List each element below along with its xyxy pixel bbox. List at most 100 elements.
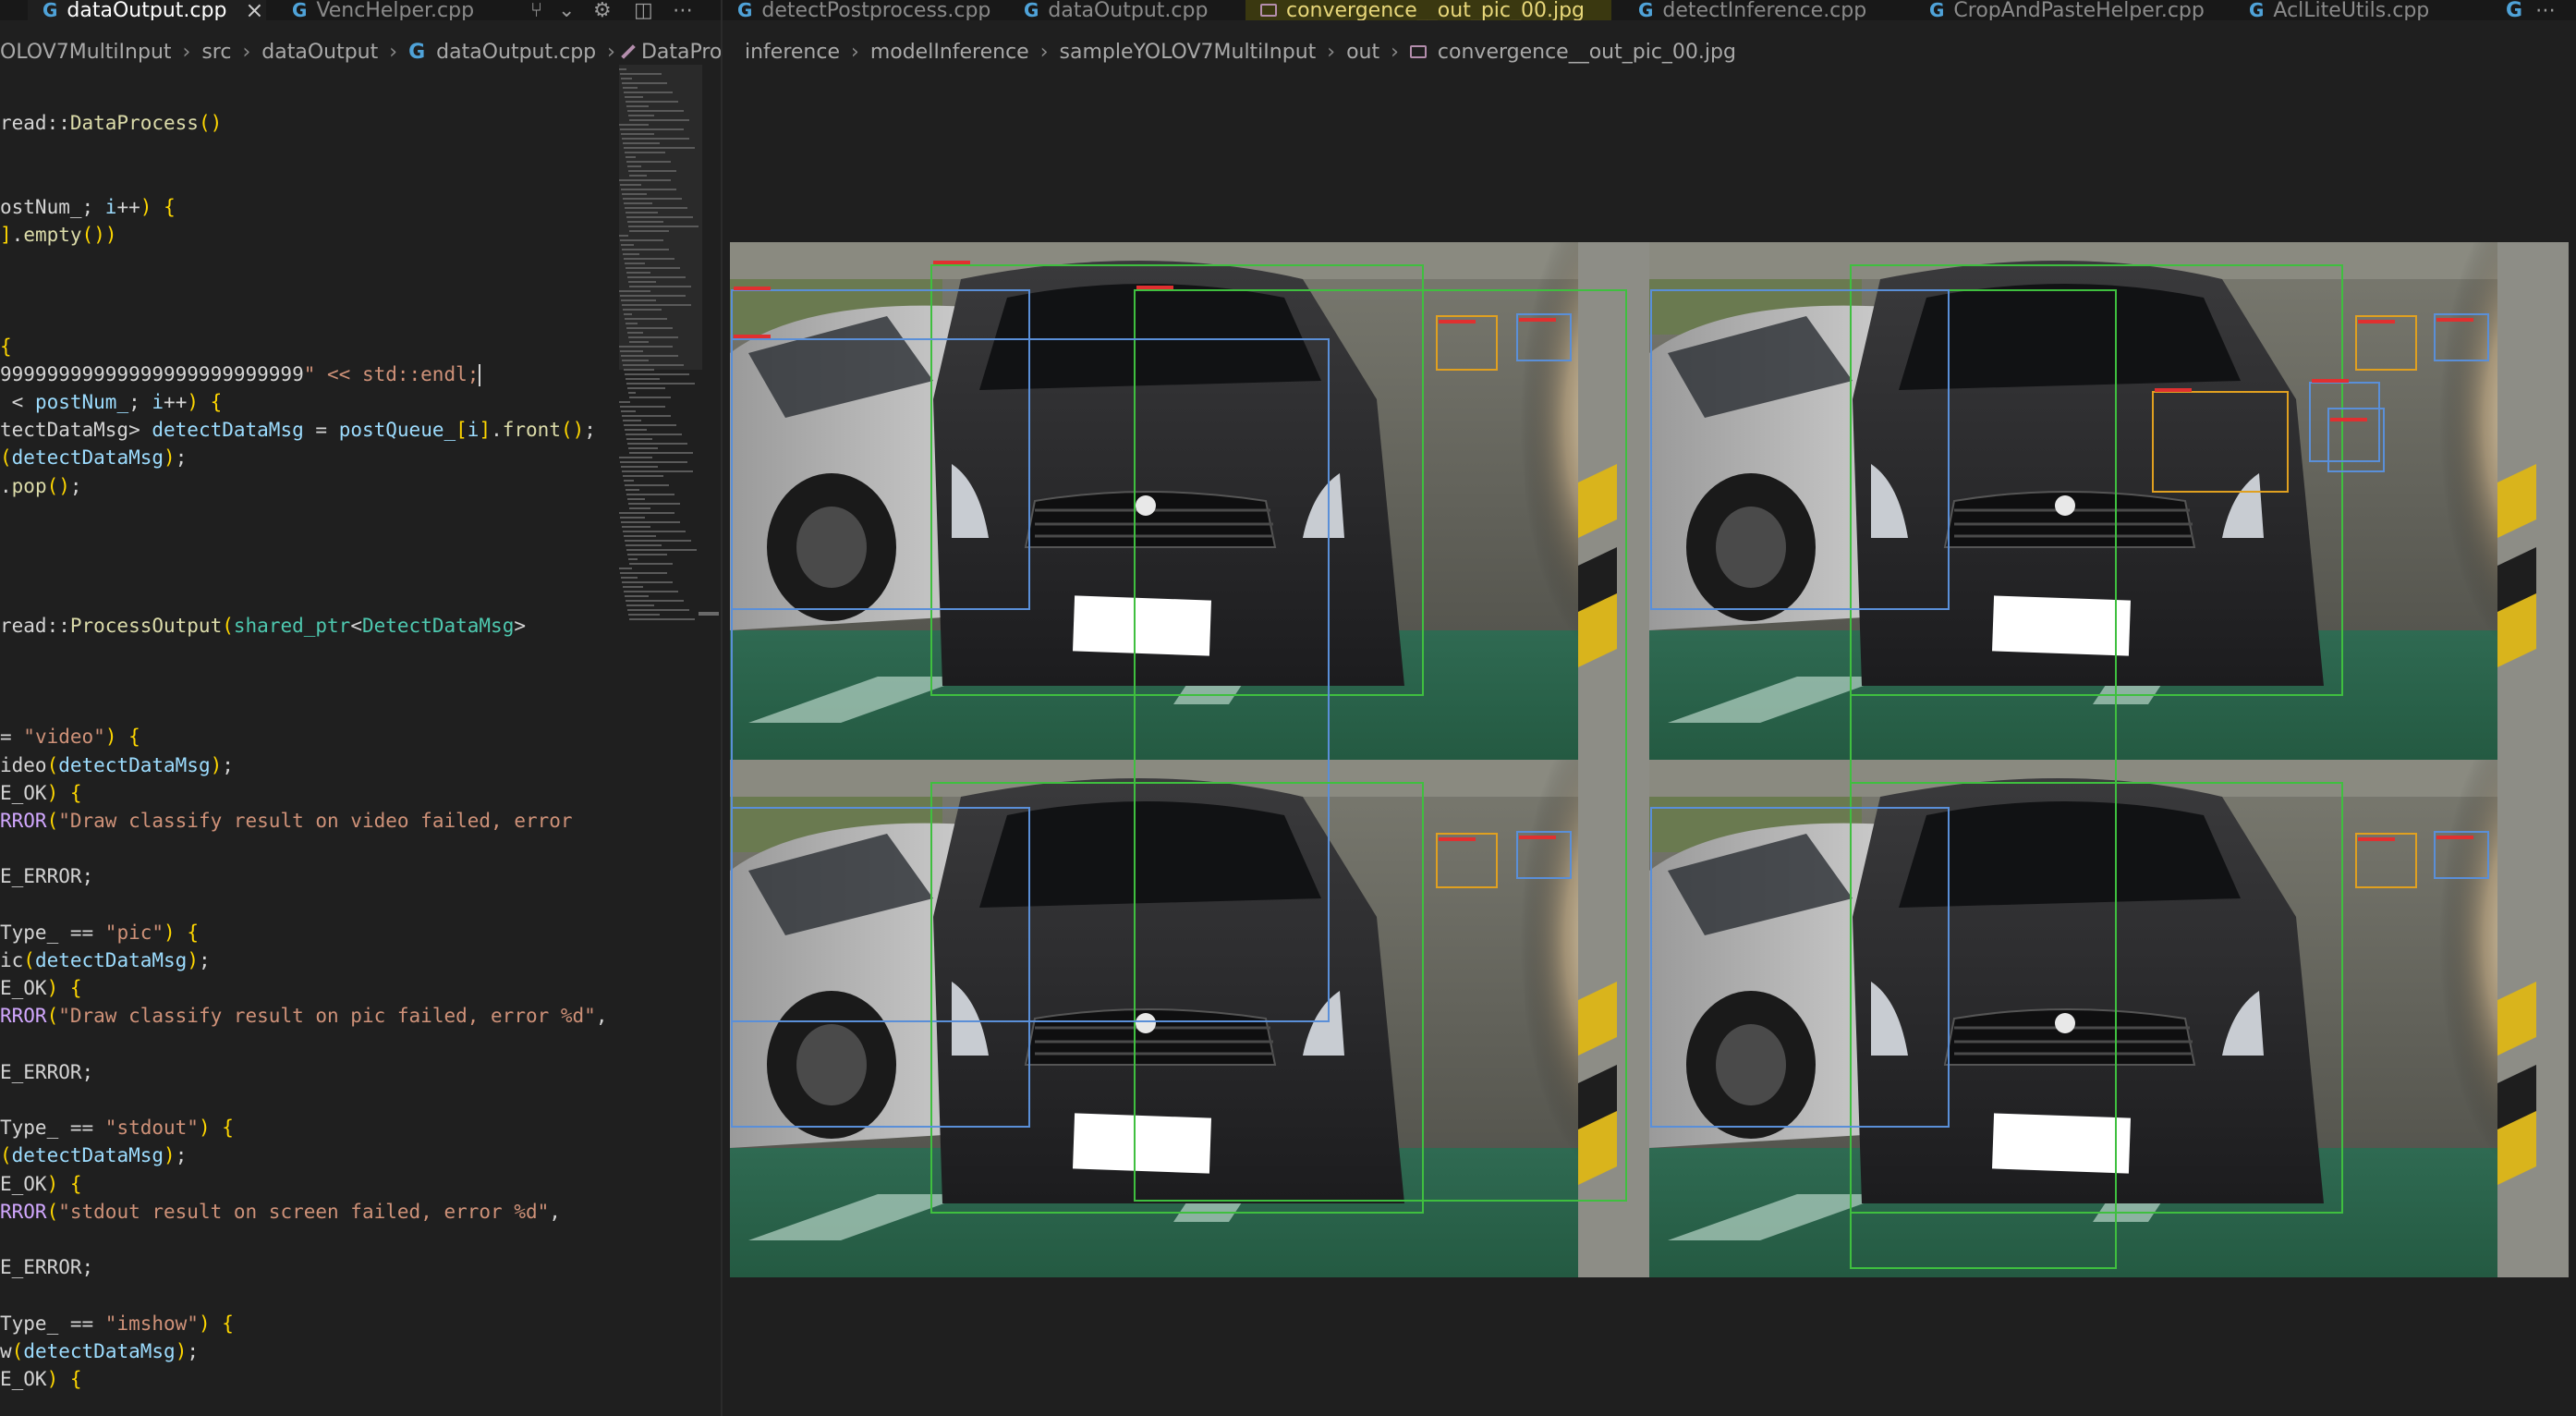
split-editor-icon[interactable]: ◫ bbox=[634, 0, 653, 20]
minimap-line bbox=[628, 614, 660, 616]
minimap-line bbox=[620, 239, 663, 241]
tab-venchelper-cpp[interactable]: G VencHelper.cpp bbox=[277, 0, 499, 20]
minimap-line bbox=[626, 156, 636, 158]
minimap-line bbox=[626, 438, 652, 440]
minimap-line bbox=[623, 142, 660, 144]
tab-convergence-jpg[interactable]: convergence__out_pic_00.jpg bbox=[1245, 0, 1611, 20]
tab-cropandpastehelper-cpp[interactable]: G CropAndPasteHelper.cpp bbox=[1914, 0, 2219, 20]
detection-output-image[interactable] bbox=[730, 242, 2569, 1277]
code-text: E_OK) { bbox=[0, 1368, 82, 1390]
code-line[interactable]: w(detectDataMsg); bbox=[0, 1337, 199, 1365]
more-actions-icon[interactable]: ⋯ bbox=[673, 0, 693, 20]
code-line[interactable]: < postNum_; i++) { bbox=[0, 388, 223, 416]
code-line[interactable]: (detectDataMsg); bbox=[0, 444, 187, 471]
minimap-line bbox=[626, 489, 639, 491]
minimap-line bbox=[620, 350, 643, 352]
minimap-line bbox=[628, 503, 680, 505]
code-text: E_ERROR; bbox=[0, 1060, 94, 1083]
breadcrumb-item[interactable]: src bbox=[201, 41, 231, 64]
tab-dataoutput-cpp-left[interactable]: G dataOutput.cpp × bbox=[28, 0, 266, 20]
minimap-line bbox=[624, 535, 656, 537]
minimap-line bbox=[628, 115, 654, 116]
code-line[interactable]: E_ERROR; bbox=[0, 1058, 93, 1086]
tab-aclliteutils-cpp[interactable]: G AclLiteUtils.cpp bbox=[2234, 0, 2493, 20]
code-text: (detectDataMsg); bbox=[0, 446, 188, 470]
code-line[interactable]: ].empty()) bbox=[0, 221, 117, 249]
minimap-line bbox=[622, 470, 693, 472]
minimap-line bbox=[624, 480, 634, 482]
code-line[interactable]: Type_ == "imshow") { bbox=[0, 1310, 234, 1337]
minimap-line bbox=[621, 78, 632, 79]
minimap-line bbox=[622, 360, 649, 361]
code-text: ic(detectDataMsg); bbox=[0, 949, 211, 971]
minimap-line bbox=[621, 189, 676, 190]
code-line[interactable]: ic(detectDataMsg); bbox=[0, 946, 211, 974]
minimap-line bbox=[625, 152, 665, 153]
cpp-file-icon[interactable]: G bbox=[2506, 0, 2522, 20]
minimap-line bbox=[626, 101, 678, 103]
breadcrumb-item[interactable]: sampleYOLOV7MultiInput bbox=[1060, 41, 1317, 64]
tab-detectpostprocess-cpp[interactable]: G detectPostprocess.cpp bbox=[723, 0, 1000, 20]
minimap-line bbox=[622, 526, 650, 528]
minimap-line bbox=[621, 299, 656, 301]
breadcrumb-item[interactable]: DataProcess( bbox=[641, 41, 721, 64]
code-line[interactable]: E_OK) { bbox=[0, 1365, 82, 1393]
minimap-line bbox=[621, 466, 658, 468]
code-line[interactable]: { bbox=[0, 333, 12, 360]
minimap-line bbox=[628, 336, 678, 338]
minimap-line bbox=[624, 369, 654, 371]
minimap[interactable] bbox=[619, 65, 702, 620]
code-line[interactable]: .pop(); bbox=[0, 472, 82, 500]
code-line[interactable]: E_ERROR; bbox=[0, 1253, 93, 1281]
code-editor[interactable]: read::DataProcess()ostNum_; i++) {].empt… bbox=[0, 102, 619, 1416]
code-line[interactable]: RROR("Draw classify result on pic failed… bbox=[0, 1002, 607, 1030]
code-line[interactable]: RROR("Draw classify result on video fail… bbox=[0, 807, 573, 835]
code-line[interactable]: read::ProcessOutput(shared_ptr<DetectDat… bbox=[0, 612, 526, 640]
chevron-down-icon[interactable]: ⌄ bbox=[558, 0, 575, 20]
breadcrumb-item[interactable]: dataOutput bbox=[261, 41, 378, 64]
minimap-line bbox=[626, 544, 662, 546]
minimap-line bbox=[627, 443, 687, 445]
breadcrumb-item[interactable]: OLOV7MultiInput bbox=[0, 41, 172, 64]
code-line[interactable]: (detectDataMsg); bbox=[0, 1141, 187, 1169]
minimap-line bbox=[626, 267, 680, 269]
code-line[interactable]: Type_ == "pic") { bbox=[0, 919, 199, 946]
breadcrumb-item[interactable]: modelInference bbox=[870, 41, 1029, 64]
code-line[interactable]: read::DataProcess() bbox=[0, 109, 222, 137]
code-line[interactable]: E_OK) { bbox=[0, 779, 82, 807]
chevron-right-icon: › bbox=[242, 40, 251, 64]
minimap-line bbox=[625, 262, 645, 264]
cpp-file-icon: G bbox=[292, 0, 308, 20]
code-line[interactable]: tectDataMsg> detectDataMsg = postQueue_[… bbox=[0, 416, 596, 444]
minimap-line bbox=[619, 568, 632, 569]
close-icon[interactable]: × bbox=[245, 0, 263, 20]
code-line[interactable]: E_ERROR; bbox=[0, 862, 93, 890]
minimap-line bbox=[627, 110, 684, 112]
code-line[interactable]: E_OK) { bbox=[0, 974, 82, 1002]
compare-icon[interactable]: ⑂ bbox=[530, 0, 542, 20]
tab-detectinference-cpp[interactable]: G detectInference.cpp bbox=[1623, 0, 1901, 20]
code-line[interactable]: ideo(detectDataMsg); bbox=[0, 751, 234, 779]
tab-dataoutput-cpp-right[interactable]: G dataOutput.cpp bbox=[1009, 0, 1231, 20]
minimap-line bbox=[629, 341, 649, 343]
minimap-line bbox=[620, 572, 667, 574]
breadcrumb-item[interactable]: convergence__out_pic_00.jpg bbox=[1438, 41, 1736, 64]
quadrant-bottom-right bbox=[1647, 758, 2569, 1277]
breadcrumb-item[interactable]: out bbox=[1346, 41, 1379, 64]
breadcrumb-item[interactable]: inference bbox=[745, 41, 840, 64]
tab-label: convergence__out_pic_00.jpg bbox=[1286, 0, 1586, 20]
text-cursor bbox=[479, 363, 481, 386]
scrollbar-thumb[interactable] bbox=[699, 612, 719, 616]
settings-gear-icon[interactable]: ⚙ bbox=[593, 0, 612, 20]
code-line[interactable]: RROR("stdout result on screen failed, er… bbox=[0, 1198, 561, 1226]
more-actions-icon[interactable]: ⋯ bbox=[2535, 0, 2556, 20]
right-editor-tabbar: G detectPostprocess.cpp G dataOutput.cpp… bbox=[723, 0, 2576, 20]
code-line[interactable]: 99999999999999999999999999" << std::endl… bbox=[0, 360, 481, 388]
code-line[interactable]: E_OK) { bbox=[0, 1170, 82, 1198]
breadcrumb-item[interactable]: dataOutput.cpp bbox=[436, 41, 596, 64]
code-line[interactable]: Type_ == "stdout") { bbox=[0, 1114, 234, 1141]
code-line[interactable]: = "video") { bbox=[0, 723, 140, 751]
minimap-line bbox=[619, 179, 671, 181]
code-text: .pop(); bbox=[0, 474, 82, 497]
code-line[interactable]: ostNum_; i++) { bbox=[0, 193, 176, 221]
